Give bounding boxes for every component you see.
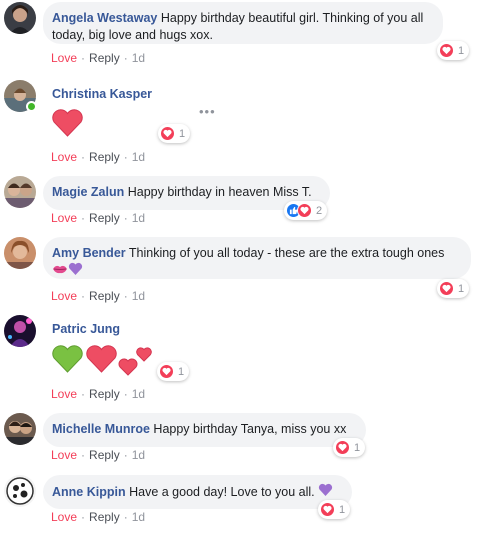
comment-time[interactable]: 1d [132, 510, 145, 524]
purple-heart-emoji [68, 262, 83, 281]
reaction-summary[interactable]: 1 [158, 124, 191, 143]
separator: · [81, 387, 86, 401]
comment-text: Have a good day! Love to you all. [129, 484, 315, 499]
comment-text: Happy birthday beautiful girl. Thinking … [160, 11, 424, 25]
love-action[interactable]: Love [51, 387, 77, 401]
comment-text: today, big love and hugs xox. [52, 28, 213, 42]
love-action[interactable]: Love [51, 448, 77, 462]
avatar[interactable] [4, 413, 36, 445]
comment-bubble: Michelle Munroe Happy birthday Tanya, mi… [43, 413, 366, 447]
comment-text: Happy birthday in heaven Miss T. [127, 185, 312, 199]
comment-text: Happy birthday Tanya, miss you xx [153, 422, 347, 436]
comment-author[interactable]: Anne Kippin [52, 485, 126, 499]
comment-bubble: Christina Kasper [43, 80, 203, 110]
comment-actions: Love · Reply · 1d [51, 448, 145, 462]
reply-action[interactable]: Reply [89, 510, 120, 524]
separator: · [123, 289, 128, 303]
avatar[interactable] [4, 315, 36, 347]
reply-action[interactable]: Reply [89, 387, 120, 401]
reaction-count: 1 [458, 44, 465, 57]
separator: · [81, 289, 86, 303]
avatar[interactable] [4, 176, 36, 208]
red-heart-emoji [51, 109, 84, 141]
avatar[interactable] [4, 2, 36, 34]
avatar[interactable] [4, 475, 36, 507]
comment-actions: Love · Reply · 1d [51, 387, 145, 401]
comment-author[interactable]: Patric Jung [52, 322, 120, 336]
comment-author[interactable]: Magie Zalun [52, 185, 124, 199]
separator: · [123, 510, 128, 524]
comment-actions: Love · Reply · 1d [51, 510, 145, 524]
comment-bubble: Amy Bender Thinking of you all today - t… [43, 237, 471, 279]
love-reaction-icon [439, 281, 454, 296]
comment-time[interactable]: 1d [132, 289, 145, 303]
comment-actions: Love · Reply · 1d [51, 51, 145, 65]
reaction-count: 1 [339, 503, 346, 516]
comment-text: Thinking of you all today - these are th… [128, 246, 445, 260]
reaction-summary[interactable]: 1 [437, 279, 470, 298]
separator: · [81, 448, 86, 462]
reply-action[interactable]: Reply [89, 150, 120, 164]
online-status-dot [26, 101, 37, 112]
comment-time[interactable]: 1d [132, 387, 145, 401]
separator: · [81, 51, 86, 65]
more-options-icon[interactable]: ••• [199, 104, 216, 119]
reply-action[interactable]: Reply [89, 289, 120, 303]
love-reaction-icon [320, 502, 335, 517]
reaction-summary[interactable]: 2 [284, 201, 328, 220]
love-reaction-icon [439, 43, 454, 58]
separator: · [81, 510, 86, 524]
love-reaction-icon [335, 440, 350, 455]
red-heart-emoji [85, 345, 118, 377]
green-heart-emoji [51, 345, 84, 377]
love-action[interactable]: Love [51, 51, 77, 65]
comment-author[interactable]: Christina Kasper [52, 87, 152, 101]
love-action[interactable]: Love [51, 510, 77, 524]
separator: · [123, 448, 128, 462]
separator: · [123, 51, 128, 65]
reaction-count: 1 [178, 365, 185, 378]
two-hearts-emoji [118, 341, 154, 380]
reaction-count: 1 [458, 282, 465, 295]
reply-action[interactable]: Reply [89, 448, 120, 462]
love-reaction-icon [160, 126, 175, 141]
comment-actions: Love · Reply · 1d [51, 289, 145, 303]
kiss-lips-emoji [52, 263, 68, 280]
separator: · [123, 150, 128, 164]
reply-action[interactable]: Reply [89, 51, 120, 65]
reaction-count: 1 [179, 127, 186, 140]
love-reaction-icon [159, 364, 174, 379]
comment-author[interactable]: Amy Bender [52, 246, 126, 260]
love-reaction-icon [297, 203, 312, 218]
avatar[interactable] [4, 237, 36, 269]
comment-bubble: Angela Westaway Happy birthday beautiful… [43, 2, 443, 44]
reaction-summary[interactable]: 1 [333, 438, 366, 457]
separator: · [123, 211, 128, 225]
reply-action[interactable]: Reply [89, 211, 120, 225]
love-action[interactable]: Love [51, 150, 77, 164]
reaction-summary[interactable]: 1 [157, 362, 190, 381]
comment-author[interactable]: Michelle Munroe [52, 422, 150, 436]
comment-time[interactable]: 1d [132, 51, 145, 65]
comment-time[interactable]: 1d [132, 211, 145, 225]
comment-bubble: Anne Kippin Have a good day! Love to you… [43, 475, 352, 509]
separator: · [81, 150, 86, 164]
comment-time[interactable]: 1d [132, 150, 145, 164]
reaction-count: 2 [316, 204, 323, 217]
love-action[interactable]: Love [51, 289, 77, 303]
comment-actions: Love · Reply · 1d [51, 150, 145, 164]
separator: · [81, 211, 86, 225]
reaction-count: 1 [354, 441, 361, 454]
comment-author[interactable]: Angela Westaway [52, 11, 157, 25]
comment-time[interactable]: 1d [132, 448, 145, 462]
reaction-summary[interactable]: 1 [437, 41, 470, 60]
love-action[interactable]: Love [51, 211, 77, 225]
comment-actions: Love · Reply · 1d [51, 211, 145, 225]
separator: · [123, 387, 128, 401]
reaction-summary[interactable]: 1 [318, 500, 351, 519]
